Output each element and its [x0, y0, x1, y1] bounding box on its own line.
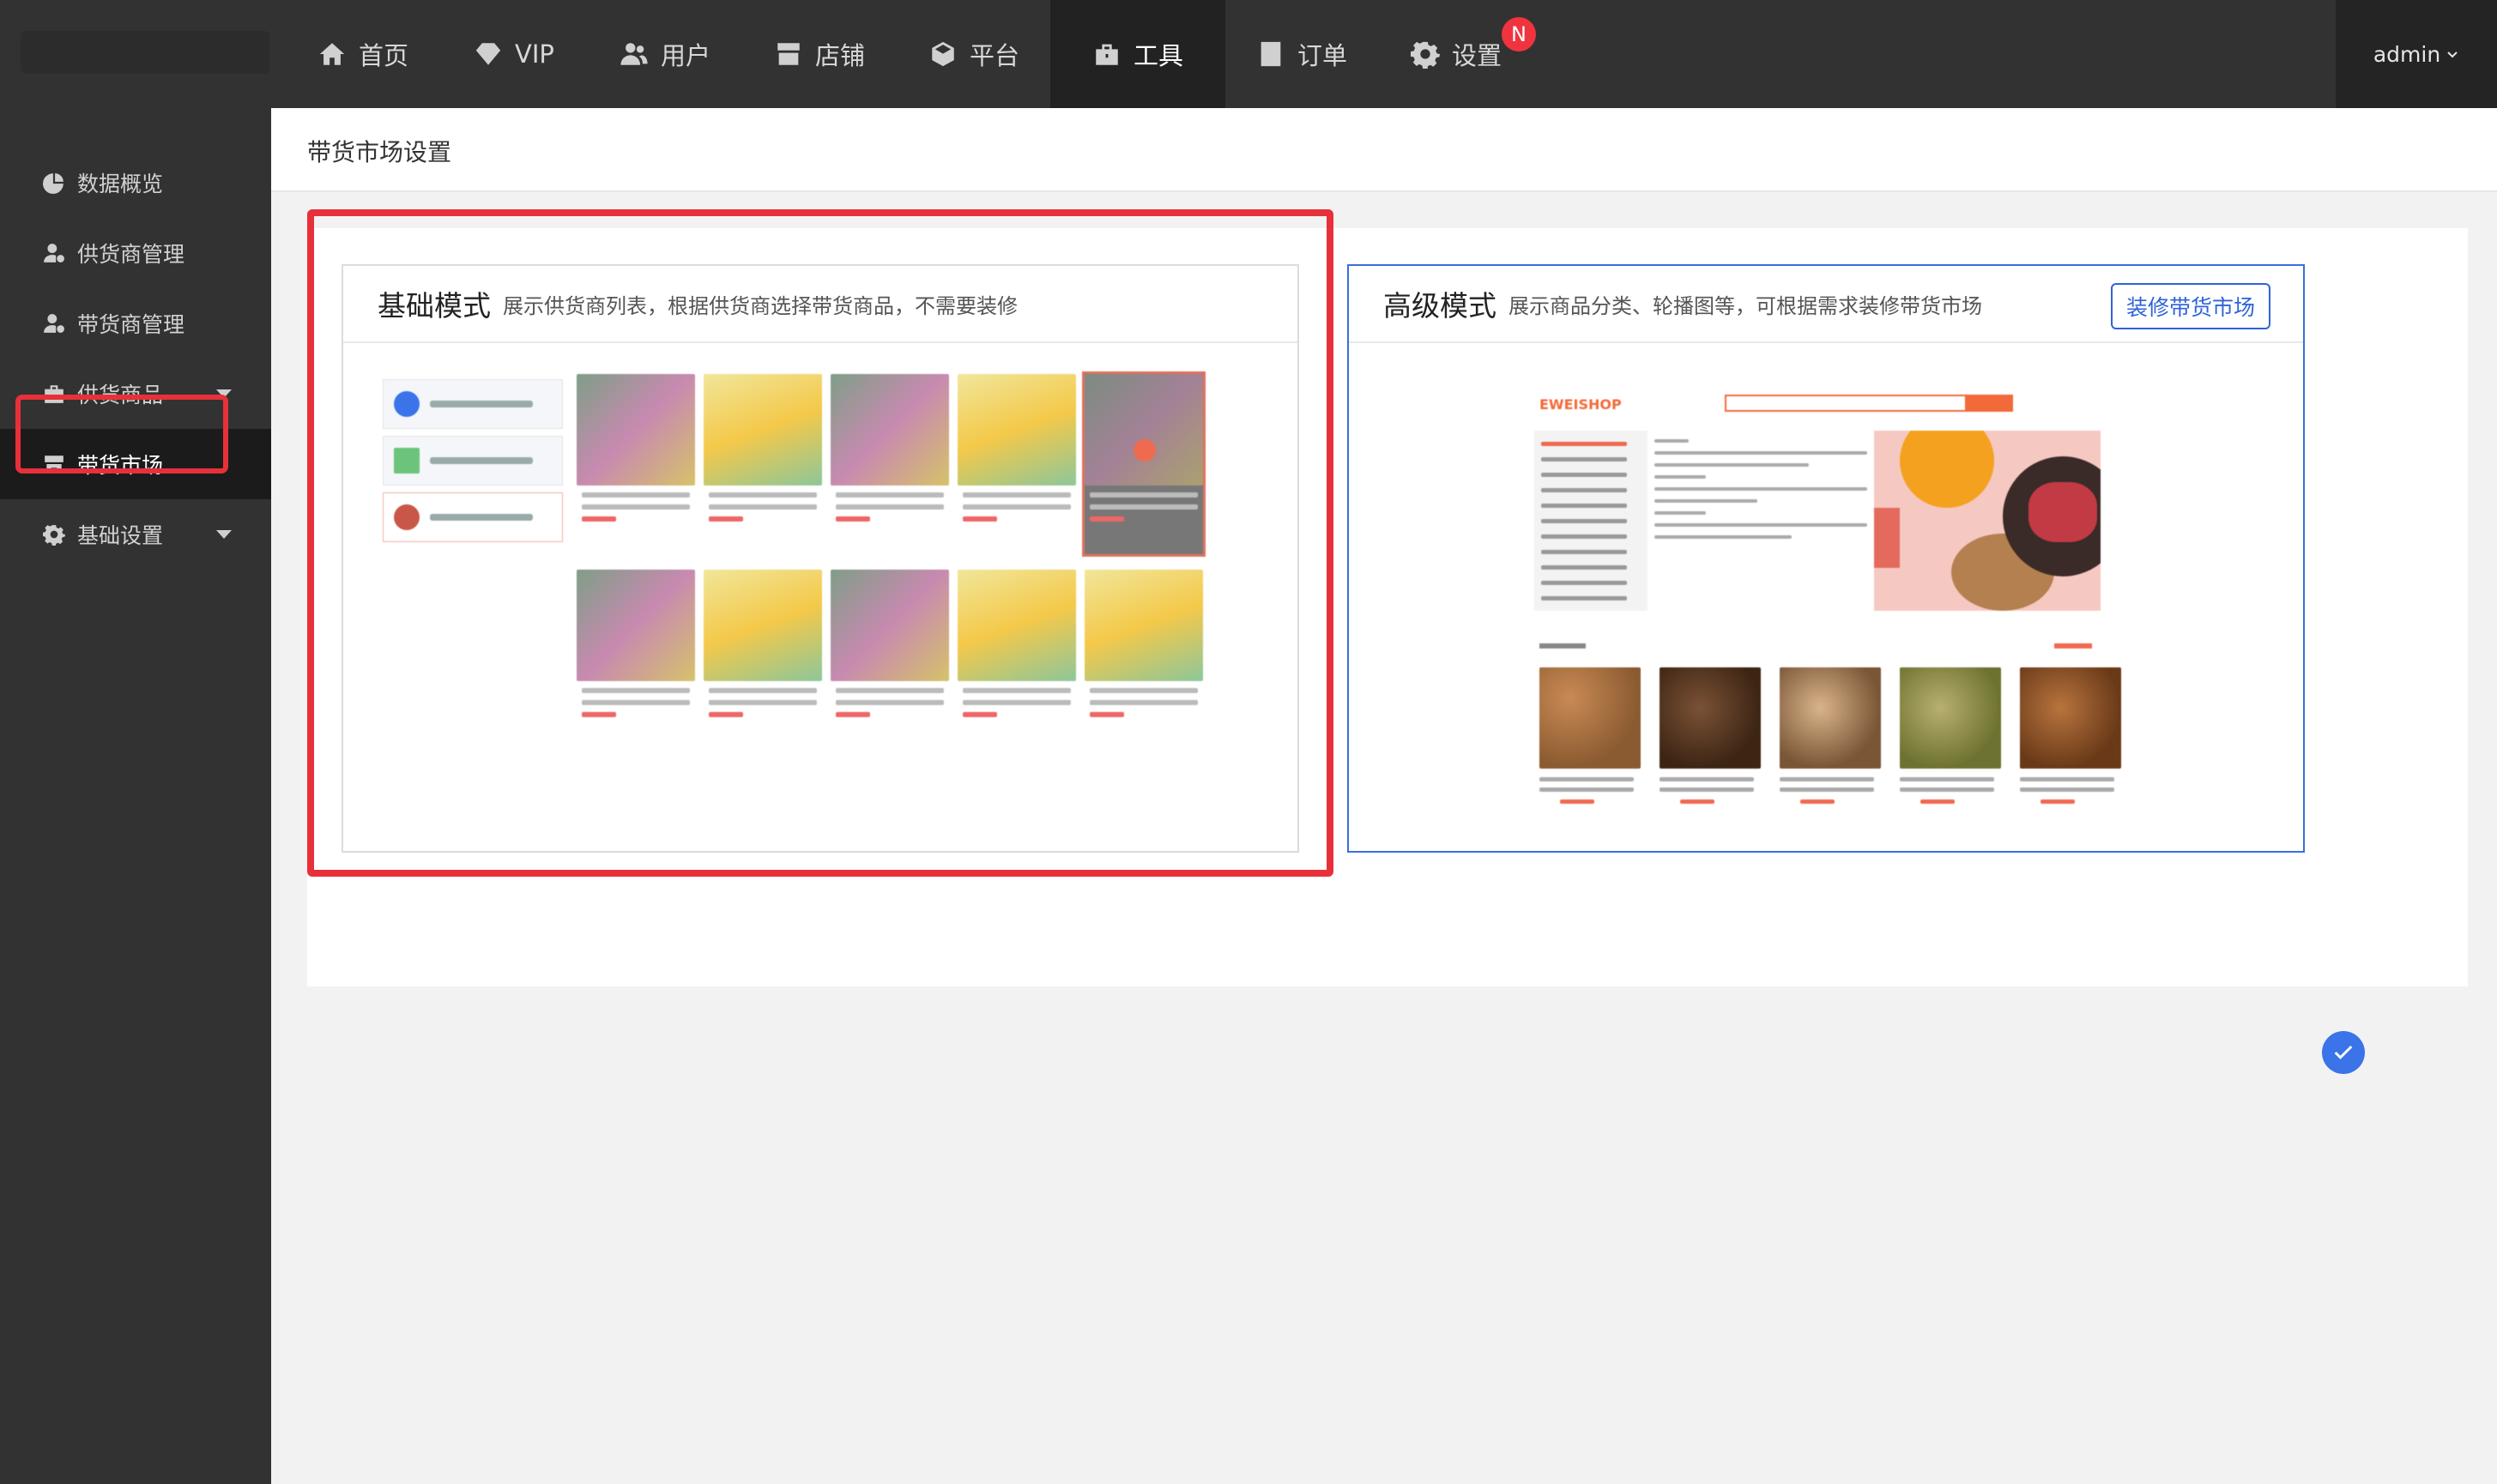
decorate-market-button[interactable]: 装修带货市场 — [2110, 283, 2270, 329]
home-icon — [319, 43, 345, 65]
preview-product-image — [1900, 667, 2001, 769]
highlight-box — [15, 395, 228, 474]
nav-users[interactable]: 用户 — [590, 0, 740, 108]
title-bar: 带货市场设置 — [271, 108, 2497, 192]
nav-store-label: 店铺 — [815, 41, 866, 70]
sidebar-item-supplier-management[interactable]: 供货商管理 — [0, 218, 271, 288]
nav-vip-label: VIP — [515, 39, 554, 69]
page-title: 带货市场设置 — [307, 138, 452, 166]
nav-orders-label: 订单 — [1297, 41, 1348, 70]
user-gear-icon — [44, 314, 64, 333]
users-icon — [620, 43, 648, 65]
chevron-down-icon — [2447, 51, 2458, 58]
preview-more-link — [2054, 643, 2092, 648]
main-content: 带货市场设置 基础模式 展示供货商列表，根据供货商选择带货商品，不需要装修 高级… — [271, 108, 2497, 1484]
preview-product-image — [2020, 667, 2121, 769]
caret-down-icon — [216, 530, 232, 539]
user-menu[interactable]: admin — [2336, 0, 2497, 108]
sidebar-item-label: 数据概览 — [77, 172, 164, 196]
advanced-mode-preview: EWEISHOP — [1534, 386, 2121, 815]
card-header: 高级模式 展示商品分类、轮播图等，可根据需求装修带货市场 装修带货市场 — [1349, 266, 2303, 343]
preview-category-panel — [1648, 431, 1874, 611]
preview-category-list — [1534, 431, 1648, 611]
nav-orders[interactable]: 订单 — [1227, 0, 1376, 108]
store-icon — [777, 43, 800, 65]
sidebar-item-label: 带货商管理 — [77, 312, 185, 337]
user-name: admin — [2373, 41, 2441, 67]
nav-settings[interactable]: 设置 N — [1382, 0, 1537, 108]
preview-product-image — [1660, 667, 1761, 769]
sidebar: 数据概览 供货商管理 带货商管理 供货商品 带货市场 基础设置 — [0, 108, 271, 1484]
nav-home-label: 首页 — [359, 41, 409, 70]
gear-icon — [43, 525, 65, 546]
nav-store[interactable]: 店铺 — [745, 0, 894, 108]
nav-tools[interactable]: 工具 — [1050, 0, 1225, 108]
preview-brand-logo: EWEISHOP — [1539, 396, 1622, 413]
nav-tools-label: 工具 — [1133, 41, 1183, 70]
diamond-icon — [475, 43, 501, 65]
sidebar-item-basic-settings[interactable]: 基础设置 — [0, 499, 271, 570]
sidebar-item-seller-management[interactable]: 带货商管理 — [0, 288, 271, 359]
top-navigation-bar: 首页 VIP 用户 店铺 平台 工具 订单 设置 N admin — [0, 0, 2497, 108]
nav-platform-label: 平台 — [970, 41, 1020, 70]
nav-vip[interactable]: VIP — [444, 0, 583, 108]
preview-product-image — [1780, 667, 1881, 769]
preview-banner — [1874, 431, 2101, 611]
mode-name: 高级模式 — [1383, 289, 1496, 323]
preview-section-title — [1539, 643, 1586, 648]
sidebar-item-label: 基础设置 — [77, 523, 164, 548]
preview-search-bar — [1725, 395, 2013, 412]
user-gear-icon — [44, 244, 64, 262]
logo[interactable] — [21, 31, 269, 74]
mode-description: 展示商品分类、轮播图等，可根据需求装修带货市场 — [1508, 293, 1982, 318]
sidebar-item-label: 供货商管理 — [77, 242, 185, 267]
nav-platform[interactable]: 平台 — [899, 0, 1049, 108]
order-icon — [1261, 41, 1281, 67]
selected-check-icon — [2322, 1031, 2365, 1074]
cube-icon — [932, 41, 954, 67]
gear-icon — [1411, 41, 1440, 69]
nav-home[interactable]: 首页 — [288, 0, 438, 108]
highlight-box — [307, 209, 1333, 877]
nav-settings-label: 设置 — [1452, 41, 1502, 70]
chart-pie-icon — [43, 173, 63, 194]
sidebar-item-overview[interactable]: 数据概览 — [0, 148, 271, 218]
advanced-mode-card[interactable]: 高级模式 展示商品分类、轮播图等，可根据需求装修带货市场 装修带货市场 EWEI… — [1347, 264, 2305, 853]
nav-users-label: 用户 — [661, 41, 711, 70]
preview-product-image — [1539, 667, 1641, 769]
notification-badge: N — [1502, 17, 1537, 51]
toolbox-icon — [1096, 44, 1118, 65]
